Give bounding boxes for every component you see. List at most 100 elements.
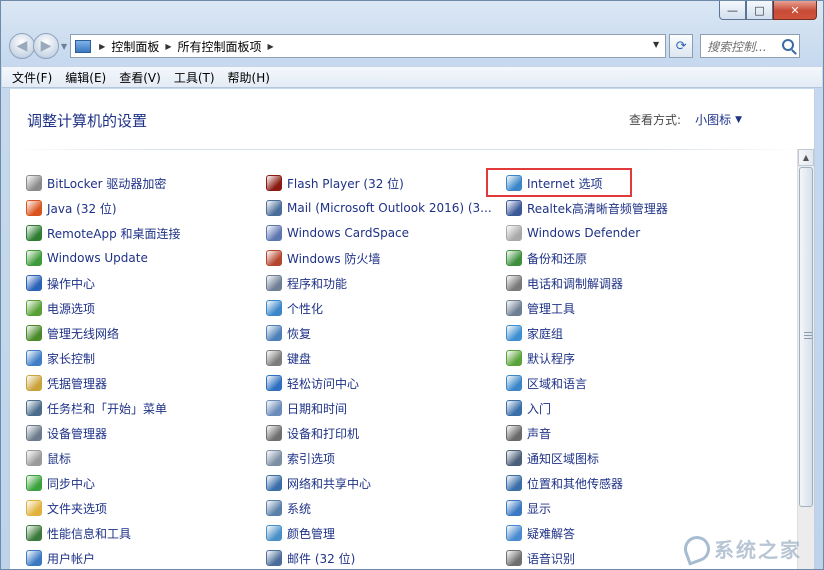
control-panel-item[interactable]: 网络和共享中心 [266, 474, 371, 492]
view-by-dropdown-icon[interactable]: ▼ [735, 115, 742, 125]
control-panel-item[interactable]: 日期和时间 [266, 399, 347, 417]
breadcrumb-chevron-icon[interactable]: ▶ [165, 42, 171, 51]
control-panel-item-label: 备份和还原 [527, 251, 588, 266]
breadcrumb-chevron-icon[interactable]: ▶ [99, 42, 105, 51]
control-panel-item[interactable]: Mail (Microsoft Outlook 2016) (3... [266, 199, 492, 217]
firewall-icon [266, 250, 282, 266]
control-panel-item[interactable]: 程序和功能 [266, 274, 347, 292]
control-panel-item[interactable]: 电话和调制解调器 [506, 274, 623, 292]
programs-icon [266, 275, 282, 291]
control-panel-item[interactable]: 索引选项 [266, 449, 335, 467]
control-panel-item[interactable]: 设备和打印机 [266, 424, 359, 442]
control-panel-item[interactable]: 管理无线网络 [26, 324, 119, 342]
view-by-selector[interactable]: 小图标 [695, 111, 731, 128]
control-panel-item-label: 日期和时间 [287, 401, 348, 416]
notification-area-icon [506, 450, 522, 466]
control-panel-item[interactable]: 同步中心 [26, 474, 95, 492]
control-panel-item[interactable]: 家庭组 [506, 324, 563, 342]
control-panel-item[interactable]: 显示 [506, 499, 551, 517]
control-panel-item[interactable]: 设备管理器 [26, 424, 107, 442]
control-panel-item[interactable]: 位置和其他传感器 [506, 474, 623, 492]
control-panel-item-label: RemoteApp 和桌面连接 [47, 226, 181, 241]
control-panel-item-label: Java (32 位) [47, 201, 117, 216]
control-panel-item[interactable]: 键盘 [266, 349, 311, 367]
control-panel-item[interactable]: 文件夹选项 [26, 499, 107, 517]
control-panel-item[interactable]: 备份和还原 [506, 249, 587, 267]
control-panel-item[interactable]: 语音识别 [506, 549, 575, 567]
breadcrumb-control-panel[interactable]: 控制面板 [111, 38, 159, 55]
control-panel-item[interactable]: Windows 防火墙 [266, 249, 380, 267]
control-panel-item[interactable]: 用户帐户 [26, 549, 95, 567]
control-panel-item[interactable]: 家长控制 [26, 349, 95, 367]
view-by-label: 查看方式: [629, 113, 682, 127]
control-panel-item[interactable]: 默认程序 [506, 349, 575, 367]
control-panel-item[interactable]: 电源选项 [26, 299, 95, 317]
control-panel-item[interactable]: 任务栏和「开始」菜单 [26, 399, 167, 417]
control-panel-item-label: Windows Update [47, 251, 148, 265]
minimize-button[interactable]: — [719, 1, 746, 20]
breadcrumb-chevron-icon[interactable]: ▶ [268, 42, 274, 51]
devices-printers-icon [266, 425, 282, 441]
control-panel-item[interactable]: Windows Defender [506, 224, 640, 242]
control-panel-item[interactable]: 性能信息和工具 [26, 524, 131, 542]
control-panel-item[interactable]: 管理工具 [506, 299, 575, 317]
search-icon[interactable] [782, 39, 795, 51]
vertical-scrollbar[interactable]: ▲ [797, 149, 814, 569]
troubleshooting-icon [506, 525, 522, 541]
breadcrumb-all-items[interactable]: 所有控制面板项 [177, 38, 261, 55]
control-panel-item[interactable]: 恢复 [266, 324, 311, 342]
menu-edit[interactable]: 编辑(E) [65, 69, 106, 86]
control-panel-item[interactable]: 操作中心 [26, 274, 95, 292]
control-panel-item-label: Mail (Microsoft Outlook 2016) (3... [287, 201, 492, 215]
control-panel-item[interactable]: 颜色管理 [266, 524, 335, 542]
color-management-icon [266, 525, 282, 541]
control-panel-item[interactable]: 通知区域图标 [506, 449, 599, 467]
maximize-button[interactable]: □ [746, 1, 773, 20]
control-panel-item[interactable]: 区域和语言 [506, 374, 587, 392]
scroll-thumb[interactable] [799, 167, 813, 507]
close-button[interactable]: ✕ [773, 1, 817, 20]
forward-button[interactable]: ▶ [33, 33, 59, 59]
control-panel-items: BitLocker 驱动器加密 Java (32 位) RemoteApp 和桌面连… [26, 174, 786, 570]
control-panel-item[interactable]: 疑难解答 [506, 524, 575, 542]
control-panel-item-label: 家庭组 [527, 326, 564, 341]
control-panel-item[interactable]: Realtek高清晰音频管理器 [506, 199, 668, 217]
control-panel-item-label: 显示 [527, 501, 552, 516]
control-panel-item[interactable]: 声音 [506, 424, 551, 442]
speech-icon [506, 550, 522, 566]
control-panel-item-label: 个性化 [287, 301, 324, 316]
control-panel-item[interactable]: 入门 [506, 399, 551, 417]
scroll-up-button[interactable]: ▲ [798, 149, 814, 166]
control-panel-item[interactable]: 凭据管理器 [26, 374, 107, 392]
menu-file[interactable]: 文件(F) [12, 69, 52, 86]
control-panel-item[interactable]: 邮件 (32 位) [266, 549, 355, 567]
phone-modem-icon [506, 275, 522, 291]
refresh-button[interactable]: ⟳ [669, 34, 694, 58]
menu-help[interactable]: 帮助(H) [228, 69, 270, 86]
control-panel-item-label: Flash Player (32 位) [287, 176, 404, 191]
control-panel-item[interactable]: BitLocker 驱动器加密 [26, 174, 166, 192]
control-panel-item-label: 恢复 [287, 326, 312, 341]
wireless-network-icon [26, 325, 42, 341]
control-panel-item[interactable]: 个性化 [266, 299, 323, 317]
search-input[interactable]: 搜索控制... [700, 34, 801, 58]
control-panel-item[interactable]: Windows CardSpace [266, 224, 409, 242]
action-center-flag-icon [26, 275, 42, 291]
back-button[interactable]: ◀ [9, 33, 35, 59]
control-panel-item-label: 管理工具 [527, 301, 576, 316]
menu-tools[interactable]: 工具(T) [174, 69, 215, 86]
recent-pages-dropdown-icon[interactable]: ▼ [61, 42, 67, 51]
control-panel-item-label: 电话和调制解调器 [527, 276, 624, 291]
control-panel-item[interactable]: 系统 [266, 499, 311, 517]
control-panel-item[interactable]: Flash Player (32 位) [266, 174, 404, 192]
control-panel-item[interactable]: Java (32 位) [26, 199, 117, 217]
address-bar[interactable]: ▶ 控制面板 ▶ 所有控制面板项 ▶ ▼ [70, 34, 667, 58]
control-panel-item-label: BitLocker 驱动器加密 [47, 176, 167, 191]
control-panel-item[interactable]: RemoteApp 和桌面连接 [26, 224, 181, 242]
control-panel-item[interactable]: Windows Update [26, 249, 148, 267]
address-dropdown-icon[interactable]: ▼ [653, 40, 659, 49]
mouse-icon [26, 450, 42, 466]
control-panel-item[interactable]: 鼠标 [26, 449, 71, 467]
menu-view[interactable]: 查看(V) [119, 69, 161, 86]
control-panel-item[interactable]: 轻松访问中心 [266, 374, 359, 392]
